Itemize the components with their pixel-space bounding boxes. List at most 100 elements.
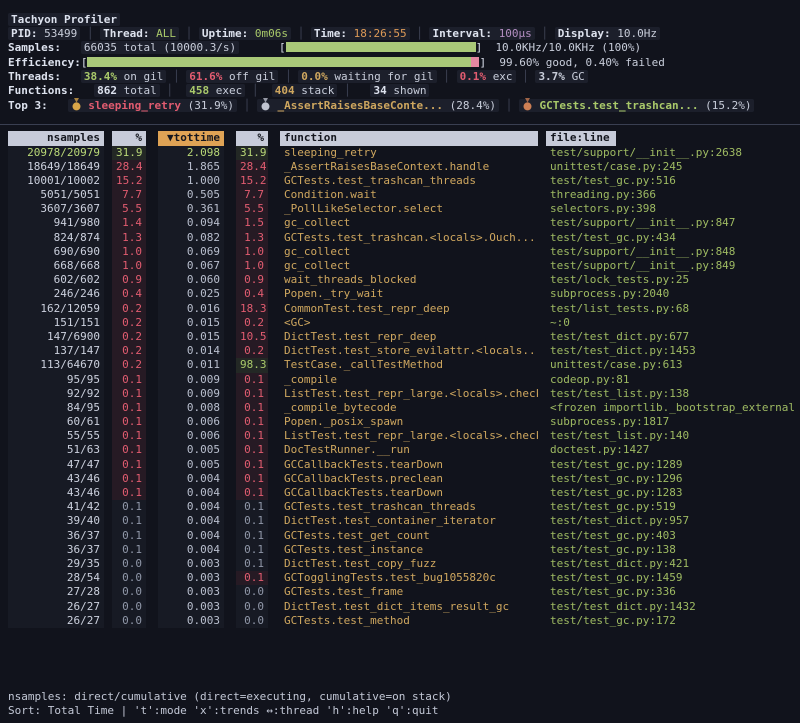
pct-cumulative-cell: 0.1 <box>236 415 268 429</box>
file-line-cell: test/test_dict.py:1432 <box>546 600 800 614</box>
pct-direct-cell: 1.0 <box>112 245 146 259</box>
table-row[interactable]: 36/37 0.1 0.004 0.1 GCTests.test_get_cou… <box>0 529 800 543</box>
pct-direct-cell: 0.1 <box>112 472 146 486</box>
column-header-function[interactable]: function <box>280 131 538 145</box>
functions-total: 862 total <box>94 84 160 97</box>
samples-gauge-bar <box>286 42 476 52</box>
table-row[interactable]: 26/27 0.0 0.003 0.0 GCTests.test_method … <box>0 614 800 628</box>
file-line-cell: test/test_gc.py:1296 <box>546 472 800 486</box>
table-row[interactable]: 690/690 1.0 0.069 1.0 gc_collect test/su… <box>0 245 800 259</box>
threads-exc: 0.1% exc <box>457 70 516 83</box>
tottime-cell: 0.014 <box>158 344 224 358</box>
pct-direct-cell: 0.1 <box>112 458 146 472</box>
table-row[interactable]: 18649/18649 28.4 1.865 28.4 _AssertRaise… <box>0 160 800 174</box>
off-gil-text: off gil <box>229 70 275 83</box>
file-line-cell: subprocess.py:1817 <box>546 415 800 429</box>
column-header-tottime-sorted[interactable]: ▼tottime <box>158 131 224 145</box>
function-cell: GCTests.test_trashcan.<locals>.Ouch.... <box>280 231 538 245</box>
table-row[interactable]: 92/92 0.1 0.009 0.1 ListTest.test_repr_l… <box>0 387 800 401</box>
table-row[interactable]: 26/27 0.0 0.003 0.0 DictTest.test_dict_i… <box>0 600 800 614</box>
table-row[interactable]: 51/63 0.1 0.005 0.1 DocTestRunner.__run … <box>0 443 800 457</box>
table-row[interactable]: 55/55 0.1 0.006 0.1 ListTest.test_repr_l… <box>0 429 800 443</box>
nsamples-cell: 151/151 <box>8 316 104 330</box>
table-row[interactable]: 47/47 0.1 0.005 0.1 GCCallbackTests.tear… <box>0 458 800 472</box>
tottime-cell: 0.005 <box>158 443 224 457</box>
nsamples-cell: 137/147 <box>8 344 104 358</box>
table-row[interactable]: 43/46 0.1 0.004 0.1 GCCallbackTests.tear… <box>0 486 800 500</box>
tottime-cell: 0.009 <box>158 387 224 401</box>
on-gil-text: on gil <box>124 70 164 83</box>
tottime-cell: 0.006 <box>158 429 224 443</box>
table-row[interactable]: 27/28 0.0 0.003 0.0 GCTests.test_frame t… <box>0 585 800 599</box>
interval-value: 100µs <box>499 27 532 40</box>
column-header-file-line[interactable]: file:line <box>546 131 616 145</box>
table-row[interactable]: 39/40 0.1 0.004 0.1 DictTest.test_contai… <box>0 514 800 528</box>
threads-gc: 3.7% GC <box>535 70 587 83</box>
tottime-cell: 0.003 <box>158 571 224 585</box>
table-row[interactable]: 162/12059 0.2 0.016 18.3 CommonTest.test… <box>0 302 800 316</box>
pct-direct-cell: 0.9 <box>112 273 146 287</box>
function-cell: Popen._try_wait <box>280 287 538 301</box>
table-row[interactable]: 246/246 0.4 0.025 0.4 Popen._try_wait su… <box>0 287 800 301</box>
table-row[interactable]: 151/151 0.2 0.015 0.2 <GC> ~:0 <box>0 316 800 330</box>
pct-direct-cell: 1.3 <box>112 231 146 245</box>
table-row[interactable]: 3607/3607 5.5 0.361 5.5 _PollLikeSelecto… <box>0 202 800 216</box>
gold-medal-icon <box>71 98 82 111</box>
table-row[interactable]: 43/46 0.1 0.004 0.1 GCCallbackTests.prec… <box>0 472 800 486</box>
table-row[interactable]: 941/980 1.4 0.094 1.5 gc_collect test/su… <box>0 216 800 230</box>
nsamples-cell: 26/27 <box>8 600 104 614</box>
file-line-cell: test/test_gc.py:172 <box>546 614 800 628</box>
table-row[interactable]: 28/54 0.0 0.003 0.1 GCTogglingTests.test… <box>0 571 800 585</box>
pct-direct-cell: 0.1 <box>112 429 146 443</box>
nsamples-cell: 95/95 <box>8 373 104 387</box>
pct-direct-cell: 0.1 <box>112 373 146 387</box>
nsamples-cell: 92/92 <box>8 387 104 401</box>
nsamples-cell: 3607/3607 <box>8 202 104 216</box>
table-row[interactable]: 10001/10002 15.2 1.000 15.2 GCTests.test… <box>0 174 800 188</box>
column-header-nsamples[interactable]: nsamples <box>8 131 104 145</box>
table-row[interactable]: 95/95 0.1 0.009 0.1 _compile codeop.py:8… <box>0 373 800 387</box>
table-row[interactable]: 20978/20979 31.9 2.098 31.9 sleeping_ret… <box>0 146 800 160</box>
pct-direct-cell: 0.1 <box>112 401 146 415</box>
pct-direct-cell: 28.4 <box>112 160 146 174</box>
pct-cumulative-cell: 0.1 <box>236 429 268 443</box>
table-row[interactable]: 41/42 0.1 0.004 0.1 GCTests.test_trashca… <box>0 500 800 514</box>
function-cell: GCTests.test_trashcan_threads <box>280 174 538 188</box>
table-row[interactable]: 29/35 0.0 0.003 0.1 DictTest.test_copy_f… <box>0 557 800 571</box>
pct-cumulative-cell: 1.5 <box>236 216 268 230</box>
table-row[interactable]: 5051/5051 7.7 0.505 7.7 Condition.wait t… <box>0 188 800 202</box>
table-row[interactable]: 113/64670 0.2 0.011 98.3 TestCase._callT… <box>0 358 800 372</box>
functions-total-value: 862 <box>97 84 117 97</box>
file-line-cell: test/support/__init__.py:847 <box>546 216 800 230</box>
file-line-cell: unittest/case.py:245 <box>546 160 800 174</box>
file-line-cell: test/test_dict.py:1453 <box>546 344 800 358</box>
table-row[interactable]: 84/95 0.1 0.008 0.1 _compile_bytecode <f… <box>0 401 800 415</box>
pct-direct-cell: 0.1 <box>112 387 146 401</box>
samples-summary: 66035 total (10000.3/s) <box>81 41 239 54</box>
table-row[interactable]: 824/874 1.3 0.082 1.3 GCTests.test_trash… <box>0 231 800 245</box>
pid-label: PID: <box>11 27 38 40</box>
top3-item-3: GCTests.test_trashcan... (15.2%) <box>519 99 755 112</box>
display-label: Display: <box>558 27 611 40</box>
efficiency-summary: 99.60% good, 0.40% failed <box>499 56 665 69</box>
efficiency-label: Efficiency: <box>8 56 81 69</box>
table-row[interactable]: 668/668 1.0 0.067 1.0 gc_collect test/su… <box>0 259 800 273</box>
function-cell: GCCallbackTests.preclean <box>280 472 538 486</box>
table-row[interactable]: 36/37 0.1 0.004 0.1 GCTests.test_instanc… <box>0 543 800 557</box>
top3-line: Top 3: sleeping_retry (31.9%) _AssertRai… <box>0 98 800 112</box>
table-row[interactable]: 602/602 0.9 0.060 0.9 wait_threads_block… <box>0 273 800 287</box>
column-header-pct-direct[interactable]: % <box>112 131 146 145</box>
thread-chip[interactable]: Thread: ALL <box>100 27 179 40</box>
column-header-pct-cumulative[interactable]: % <box>236 131 268 145</box>
pct-cumulative-cell: 0.0 <box>236 585 268 599</box>
table-row[interactable]: 137/147 0.2 0.014 0.2 DictTest.test_stor… <box>0 344 800 358</box>
function-cell: DictTest.test_dict_items_result_gc <box>280 600 538 614</box>
table-row[interactable]: 60/61 0.1 0.006 0.1 Popen._posix_spawn s… <box>0 415 800 429</box>
thread-label: Thread: <box>103 27 149 40</box>
pct-direct-cell: 0.1 <box>112 415 146 429</box>
file-line-cell: subprocess.py:2040 <box>546 287 800 301</box>
table-row[interactable]: 147/6900 0.2 0.015 10.5 DictTest.test_re… <box>0 330 800 344</box>
pct-cumulative-cell: 0.4 <box>236 287 268 301</box>
function-cell: GCTests.test_frame <box>280 585 538 599</box>
silver-medal-icon <box>260 98 271 111</box>
